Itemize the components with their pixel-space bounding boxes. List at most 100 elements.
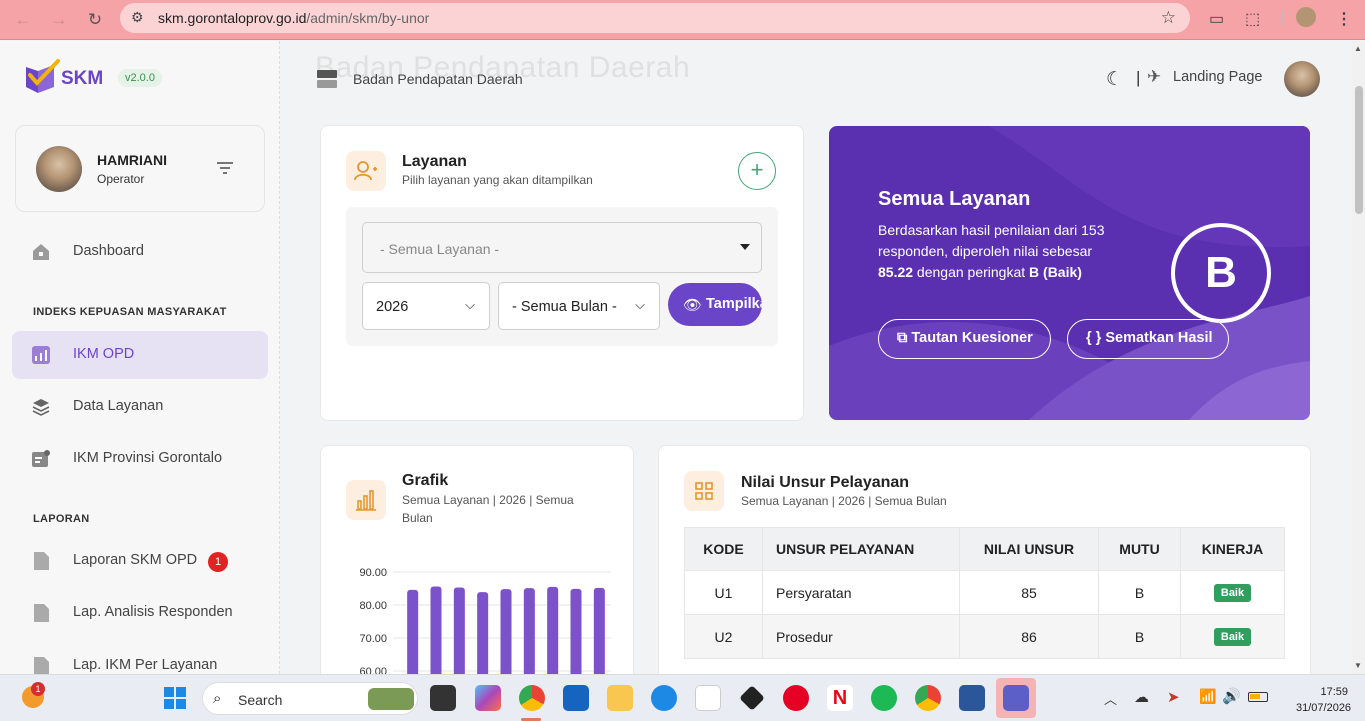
chart-bar[interactable] <box>500 589 512 674</box>
sidebar-item-ikm-opd[interactable]: IKM OPD <box>12 331 268 379</box>
org-name: Badan Pendapatan Daerah <box>353 71 523 87</box>
sidebar-item-label: Lap. Analisis Responden <box>73 604 233 620</box>
menu-icon[interactable]: ⋮ <box>1336 9 1352 29</box>
chart-bar[interactable] <box>430 586 442 674</box>
reload-icon[interactable]: ↻ <box>83 8 107 32</box>
avatar[interactable] <box>1284 61 1320 97</box>
reading-list-icon[interactable]: ▭ <box>1209 9 1224 29</box>
summary-hero: Semua Layanan Berdasarkan hasil penilaia… <box>829 126 1310 420</box>
system-clock[interactable]: 17:59 31/07/2026 <box>1296 684 1351 716</box>
y-tick-label: 60.00 <box>359 666 387 674</box>
menu-toggle-icon[interactable] <box>317 69 337 89</box>
scrollbar[interactable]: ▲ ▼ <box>1352 41 1365 674</box>
netflix-icon[interactable]: N <box>827 685 853 711</box>
taskbar: 1 ⌕ Search N ︿ ☁ ➤ 📶 🔊 17:59 31/07/2026 <box>0 674 1365 721</box>
task-view-icon[interactable] <box>430 685 456 711</box>
unsur-cell: Persyaratan <box>762 570 960 615</box>
moon-icon[interactable]: ☾ <box>1106 68 1123 91</box>
sidebar-item-ikm-provinsi[interactable]: IKM Provinsi Gorontalo <box>12 435 268 483</box>
logo-text: SKM <box>61 68 104 89</box>
chart-bar[interactable] <box>593 587 605 674</box>
y-tick-label: 70.00 <box>359 633 387 645</box>
plane-icon[interactable]: ✈ <box>1147 67 1161 87</box>
scroll-down-icon[interactable]: ▼ <box>1354 661 1362 670</box>
table-row: U2 Prosedur 86 B Baik <box>684 614 1285 659</box>
windows-start-icon[interactable] <box>164 687 186 709</box>
dropbox-icon[interactable] <box>739 685 765 711</box>
mutu-cell: B <box>1098 570 1181 615</box>
year-select[interactable]: 2026 ⌵ <box>362 282 490 330</box>
chart-bar[interactable] <box>570 588 582 674</box>
card-icon-bg <box>684 471 724 511</box>
bookmark-star-icon[interactable]: ☆ <box>1161 8 1176 28</box>
word-icon[interactable] <box>959 685 985 711</box>
chart-bar[interactable] <box>523 588 535 674</box>
file-icon <box>34 657 49 674</box>
kinerja-cell: Baik <box>1180 614 1285 659</box>
add-button[interactable]: + <box>738 152 776 190</box>
forward-icon[interactable]: → <box>47 8 71 32</box>
sidebar-item-lap-ikm-layanan[interactable]: Lap. IKM Per Layanan <box>12 642 268 674</box>
sematkan-hasil-button[interactable]: { } Sematkan Hasil <box>1067 319 1229 359</box>
card-title: Grafik <box>402 472 449 489</box>
file-icon <box>34 604 49 622</box>
wifi-icon[interactable]: 📶 <box>1199 688 1216 705</box>
profile-avatar[interactable] <box>1296 7 1316 27</box>
edge-icon[interactable] <box>651 685 677 711</box>
chart-bar[interactable] <box>453 587 465 674</box>
sidebar-item-label: IKM OPD <box>73 346 135 362</box>
landing-page-link[interactable]: Landing Page <box>1173 69 1263 85</box>
y-tick-label: 80.00 <box>359 600 387 612</box>
sidebar-item-lap-analisis[interactable]: Lap. Analisis Responden <box>12 589 268 637</box>
sidebar-item-data-layanan[interactable]: Data Layanan <box>12 383 268 431</box>
hero-score: 85.22 <box>878 264 914 280</box>
service-select-value: - Semua Layanan - <box>380 241 500 257</box>
sidebar-item-dashboard[interactable]: Dashboard <box>12 228 268 276</box>
extensions-icon[interactable]: ⬚ <box>1245 9 1260 29</box>
user-name: HAMRIANI <box>97 152 167 168</box>
main-content: Badan Pendapatan Daerah Badan Pendapatan… <box>281 41 1352 674</box>
scroll-up-icon[interactable]: ▲ <box>1354 44 1362 53</box>
battery-icon[interactable] <box>1248 692 1268 702</box>
scrollbar-thumb[interactable] <box>1355 86 1363 214</box>
store-icon[interactable] <box>563 685 589 711</box>
column-header: UNSUR PELAYANAN <box>762 527 960 571</box>
chrome-profile-icon[interactable] <box>915 685 941 711</box>
chart-bar[interactable] <box>547 586 559 674</box>
nilai-cell: 86 <box>959 614 1099 659</box>
skm-logo <box>26 59 60 93</box>
taskbar-search[interactable]: ⌕ Search <box>202 682 418 715</box>
user-role: Operator <box>97 172 145 186</box>
sidebar-item-laporan-skm[interactable]: Laporan SKM OPD 1 <box>12 537 268 585</box>
bar-chart-icon <box>356 490 376 511</box>
chart-bar[interactable] <box>477 592 489 674</box>
tautan-kuesioner-button[interactable]: ⧉ Tautan Kuesioner <box>878 319 1051 359</box>
month-select[interactable]: - Semua Bulan - ⌵ <box>498 282 660 330</box>
back-icon[interactable]: ← <box>11 8 35 32</box>
chrome-icon[interactable] <box>519 685 545 711</box>
copilot-icon[interactable] <box>475 685 501 711</box>
sidebar-item-label: Laporan SKM OPD <box>73 552 198 568</box>
column-header: KODE <box>684 527 763 571</box>
chevron-up-icon[interactable]: ︿ <box>1104 689 1117 708</box>
filter-icon[interactable] <box>215 160 235 176</box>
address-bar[interactable]: ⚙ skm.gorontaloprov.go.id/admin/skm/by-u… <box>120 3 1190 33</box>
chart-icon <box>32 346 50 364</box>
file-explorer-icon[interactable] <box>607 685 633 711</box>
cloud-off-icon[interactable]: ☁ <box>1134 688 1149 706</box>
sidebar-item-label: Dashboard <box>73 243 144 259</box>
search-icon: ⌕ <box>213 690 222 707</box>
teams-icon[interactable] <box>1003 685 1029 711</box>
version-badge: v2.0.0 <box>118 69 162 87</box>
spotify-icon[interactable] <box>871 685 897 711</box>
show-button[interactable]: 👁 Tampilkan <box>668 283 762 326</box>
volume-icon[interactable]: 🔊 <box>1222 687 1241 705</box>
search-highlight-image <box>368 688 414 710</box>
pinterest-icon[interactable] <box>783 685 809 711</box>
amazon-icon[interactable] <box>695 685 721 711</box>
service-select[interactable]: - Semua Layanan - <box>362 222 762 273</box>
location-icon[interactable]: ➤ <box>1167 688 1180 706</box>
site-info-icon[interactable]: ⚙ <box>131 9 144 26</box>
hero-description: Berdasarkan hasil penilaian dari 153 res… <box>878 222 1105 280</box>
chart-bar[interactable] <box>407 589 419 674</box>
